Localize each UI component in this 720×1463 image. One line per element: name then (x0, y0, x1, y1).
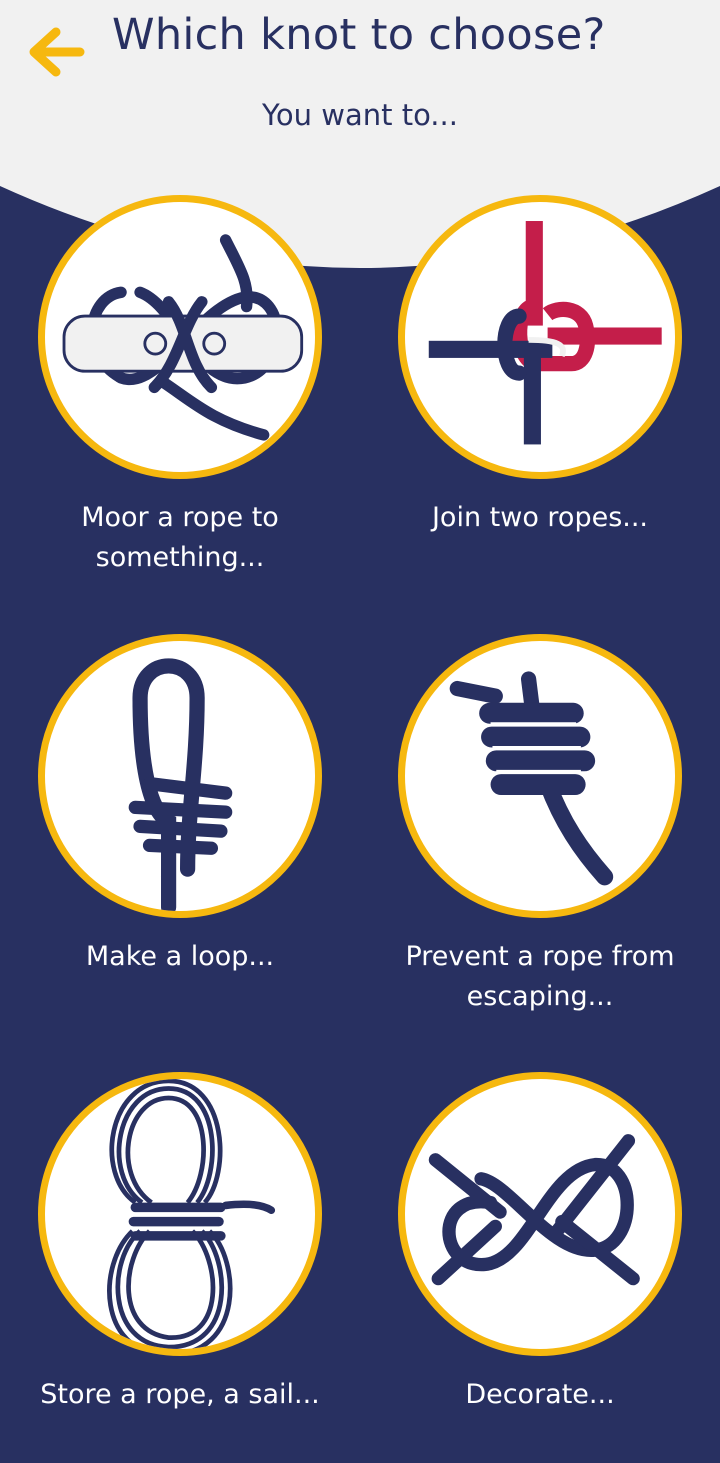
option-store-label: Store a rope, a sail... (40, 1379, 320, 1410)
option-join[interactable]: Join two ropes... (370, 195, 710, 595)
option-decorate-label: Decorate... (465, 1379, 615, 1410)
option-moor-label: Moor a rope to something... (81, 502, 279, 573)
page-title: Which knot to choose? (112, 10, 606, 60)
option-moor[interactable]: Moor a rope to something... (10, 195, 350, 595)
page-subtitle: You want to... (262, 98, 458, 132)
option-join-circle (398, 195, 682, 479)
option-stopper[interactable]: Prevent a rope from escaping... (370, 634, 710, 1034)
option-join-label: Join two ropes... (431, 502, 649, 533)
option-loop-circle (38, 634, 322, 918)
mooring-cleat-knot-icon (62, 234, 304, 441)
option-loop[interactable]: Make a loop... (10, 634, 350, 1034)
loop-knot-icon (128, 658, 233, 911)
decorative-knot-icon (428, 1134, 640, 1286)
option-stopper-label: Prevent a rope from escaping... (405, 941, 675, 1012)
option-stopper-circle (398, 634, 682, 918)
option-decorate[interactable]: Decorate... (370, 1072, 710, 1452)
option-loop-label: Make a loop... (85, 941, 275, 972)
option-decorate-circle (398, 1072, 682, 1356)
arrow-left-icon (29, 27, 85, 77)
option-moor-circle (38, 195, 322, 479)
stopper-knot-icon (449, 671, 614, 886)
option-store[interactable]: Store a rope, a sail... (10, 1072, 350, 1452)
joining-knot-icon (428, 221, 662, 445)
option-store-circle (38, 1072, 322, 1356)
coiled-rope-icon (107, 1079, 276, 1349)
back-button[interactable] (22, 18, 88, 84)
